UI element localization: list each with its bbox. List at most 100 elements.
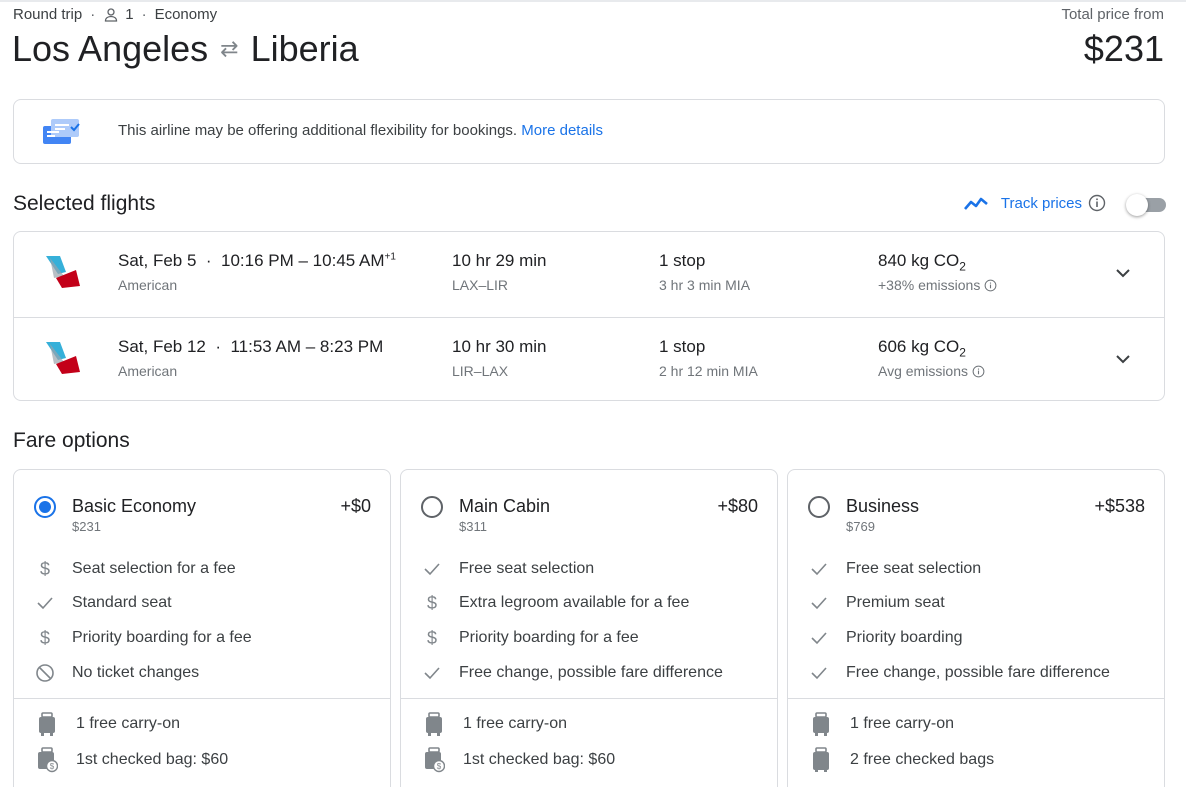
flight-stops: 1 stop — [659, 337, 706, 356]
carry-on-icon — [426, 712, 442, 736]
info-icon[interactable] — [1088, 194, 1106, 212]
svg-text:$: $ — [50, 762, 55, 771]
ticket-flex-icon — [43, 119, 80, 144]
emissions-value: 606 kg CO2 — [878, 337, 966, 359]
flight-times: Sat, Feb 12 · 11:53 AM – 8:23 PM — [118, 337, 383, 357]
fare-radio[interactable] — [808, 496, 830, 518]
fare-feature: $ Priority boarding for a fee — [421, 626, 639, 650]
emissions-subscript: 2 — [959, 259, 966, 274]
emissions-note: Avg emissions — [878, 363, 985, 379]
flight-time-range: 11:53 AM – 8:23 PM — [230, 337, 384, 356]
check-icon — [34, 592, 56, 614]
flight-stops: 1 stop — [659, 251, 706, 270]
flexibility-banner: This airline may be offering additional … — [13, 99, 1165, 164]
chevron-down-icon[interactable] — [1114, 350, 1132, 368]
destination-city: Liberia — [250, 28, 359, 69]
bag-info: $ 1st checked bag: $60 — [36, 747, 228, 773]
fare-feature: Free seat selection — [808, 557, 981, 581]
flight-row-return[interactable]: Sat, Feb 12 · 11:53 AM – 8:23 PM America… — [14, 317, 1164, 402]
emissions-value: 840 kg CO2 — [878, 251, 966, 273]
round-trip-arrows-icon: ⇄ — [220, 36, 239, 61]
fare-divider — [401, 698, 777, 699]
feature-text: Premium seat — [846, 594, 945, 611]
fare-delta: +$538 — [1094, 496, 1145, 516]
carry-on-icon — [39, 712, 55, 736]
cabin-class[interactable]: Economy — [155, 6, 218, 23]
fare-delta: +$80 — [717, 496, 758, 516]
checked-bag-icon — [813, 747, 829, 772]
check-icon — [421, 558, 443, 580]
person-icon — [105, 7, 118, 22]
fare-feature: Premium seat — [808, 591, 945, 615]
dollar-icon: $ — [39, 627, 50, 648]
check-icon — [808, 662, 830, 684]
fare-card-basic-economy[interactable]: Basic Economy $231 +$0 $ Seat selection … — [13, 469, 391, 787]
flight-duration: 10 hr 29 min — [452, 251, 547, 270]
feature-text: Free change, possible fare difference — [459, 664, 723, 681]
info-icon[interactable] — [972, 365, 985, 378]
flight-row-outbound[interactable]: Sat, Feb 5 · 10:16 PM – 10:45 AM+1 Ameri… — [14, 232, 1164, 317]
fare-price: $769 — [846, 519, 875, 534]
route-title: Los Angeles ⇄ Liberia — [12, 28, 359, 70]
feature-text: Priority boarding — [846, 629, 963, 646]
banner-text: This airline may be offering additional … — [118, 122, 518, 139]
fare-name: Basic Economy — [72, 496, 197, 516]
emissions-note: +38% emissions — [878, 277, 997, 293]
more-details-link[interactable]: More details — [521, 122, 603, 139]
banner-message: This airline may be offering additional … — [118, 122, 603, 139]
track-prices-label[interactable]: Track prices — [1001, 195, 1082, 212]
checked-bag-fee-icon: $ — [425, 747, 445, 773]
separator-dot: · — [90, 6, 96, 23]
fare-feature: Priority boarding — [808, 626, 963, 650]
check-icon — [808, 627, 830, 649]
fare-radio[interactable] — [421, 496, 443, 518]
bag-info: 2 free checked bags — [810, 747, 994, 773]
fare-price: $231 — [72, 519, 101, 534]
info-icon[interactable] — [984, 279, 997, 292]
fare-feature: Free change, possible fare difference — [421, 661, 723, 685]
flight-duration: 10 hr 30 min — [452, 337, 547, 356]
fare-card-main-cabin[interactable]: Main Cabin $311 +$80 Free seat selection… — [400, 469, 778, 787]
separator-dot: · — [141, 6, 147, 23]
selected-flights-title: Selected flights — [13, 192, 156, 215]
bag-text: 1st checked bag: $60 — [76, 751, 229, 768]
airline-name: American — [118, 363, 178, 379]
flight-date: Sat, Feb 12 — [118, 337, 206, 356]
fare-feature: Standard seat — [34, 591, 172, 615]
bag-text: 1 free carry-on — [463, 715, 568, 732]
track-prices: Track prices — [963, 193, 1166, 216]
fare-divider — [14, 698, 390, 699]
passenger-count[interactable]: 1 — [125, 6, 133, 23]
fare-feature: $ Priority boarding for a fee — [34, 626, 252, 650]
bag-text: 1 free carry-on — [76, 715, 181, 732]
trip-summary: Round trip · 1 · Economy — [13, 6, 217, 23]
fare-options-title: Fare options — [13, 429, 130, 452]
bag-text: 1st checked bag: $60 — [463, 751, 616, 768]
feature-text: Extra legroom available for a fee — [459, 594, 690, 611]
layover-info: 2 hr 12 min MIA — [659, 363, 758, 379]
feature-text: Free change, possible fare difference — [846, 664, 1110, 681]
top-divider — [0, 0, 1186, 2]
chevron-down-icon[interactable] — [1114, 264, 1132, 282]
fare-delta: +$0 — [340, 496, 371, 516]
fare-card-business[interactable]: Business $769 +$538 Free seat selection … — [787, 469, 1165, 787]
trip-type[interactable]: Round trip — [13, 6, 82, 23]
bag-info: 1 free carry-on — [423, 711, 567, 737]
track-prices-toggle[interactable] — [1126, 193, 1166, 216]
check-icon — [421, 662, 443, 684]
fare-radio[interactable] — [34, 496, 56, 518]
flight-time-range: 10:16 PM – 10:45 AM — [221, 251, 385, 270]
checked-bag-fee-icon: $ — [38, 747, 58, 773]
flight-times: Sat, Feb 5 · 10:16 PM – 10:45 AM+1 — [118, 251, 396, 271]
total-price-label: Total price from — [1061, 6, 1164, 23]
carry-on-icon — [813, 712, 829, 736]
selected-flights-card: Sat, Feb 5 · 10:16 PM – 10:45 AM+1 Ameri… — [13, 231, 1165, 401]
fare-name: Business — [846, 496, 920, 516]
emissions-note-text: Avg emissions — [878, 363, 969, 379]
airline-name: American — [118, 277, 178, 293]
fare-feature: $ Seat selection for a fee — [34, 557, 236, 581]
feature-text: Priority boarding for a fee — [459, 629, 639, 646]
separator-dot: · — [210, 337, 226, 356]
emissions-amount: 606 kg CO — [878, 337, 960, 356]
feature-text: Priority boarding for a fee — [72, 629, 252, 646]
